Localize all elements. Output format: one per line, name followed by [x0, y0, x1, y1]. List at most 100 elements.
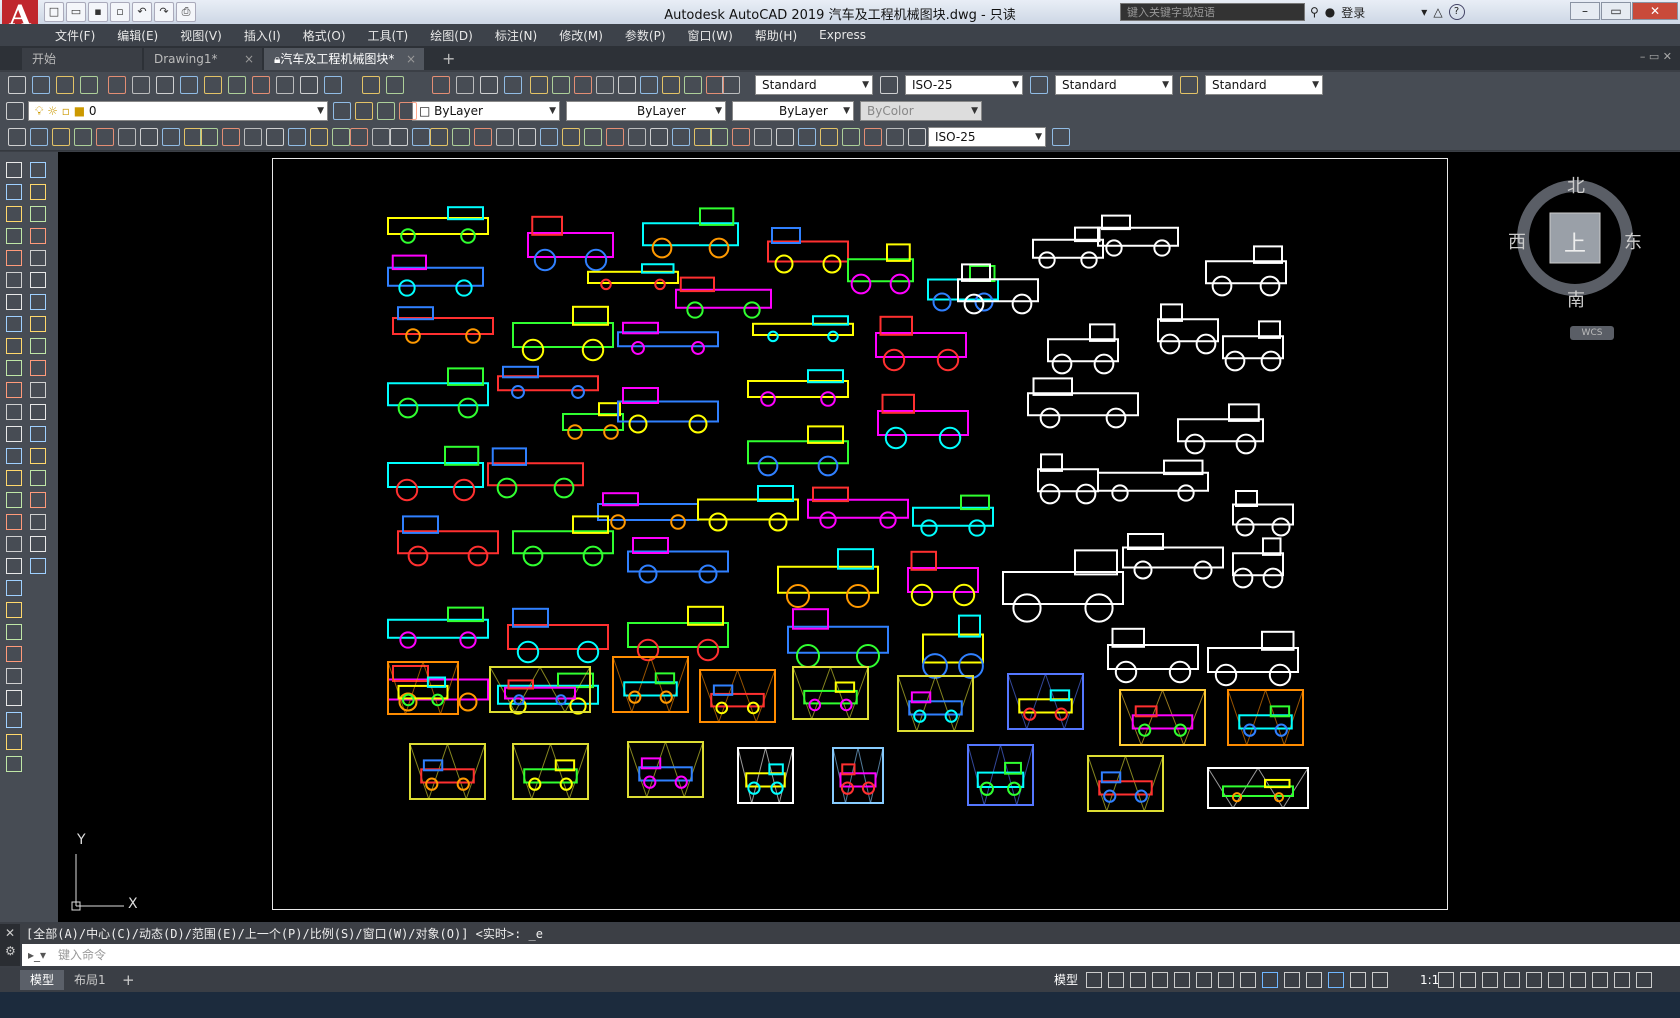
toolbar-tool-icon[interactable] [204, 76, 222, 94]
toolbar-tool-icon[interactable] [80, 76, 98, 94]
lineweight-select[interactable]: ByLayer ▼ [732, 101, 854, 121]
palette-tool-icon[interactable] [6, 228, 22, 244]
menu-item-9[interactable]: 参数(P) [625, 27, 666, 44]
palette-tool-icon[interactable] [6, 338, 22, 354]
tab-layout1[interactable]: 布局1 [64, 970, 116, 990]
toolbar-tool-icon[interactable] [355, 102, 373, 120]
palette-tool-icon[interactable] [6, 602, 22, 618]
palette-tool-icon[interactable] [30, 536, 46, 552]
toolbar-tool-icon[interactable] [140, 128, 158, 146]
viewcube-west[interactable]: 西 [1508, 228, 1526, 254]
toolbar-tool-icon[interactable] [504, 76, 522, 94]
toolbar-tool-icon[interactable] [372, 128, 390, 146]
layer-select[interactable]: 💡︎ ☼ ▫ ■ 0 ▼ [28, 101, 328, 121]
text-style-select[interactable]: Standard ▼ [755, 75, 873, 95]
palette-tool-icon[interactable] [30, 514, 46, 530]
command-line-grip[interactable]: ✕ ⚙︎ [0, 924, 20, 966]
toolbar-tool-icon[interactable] [574, 76, 592, 94]
palette-tool-icon[interactable] [30, 162, 46, 178]
status-toggle-icon[interactable] [1614, 972, 1630, 988]
palette-tool-icon[interactable] [30, 470, 46, 486]
toolbar-tool-icon[interactable] [496, 128, 514, 146]
palette-tool-icon[interactable] [6, 690, 22, 706]
viewcube-north[interactable]: 北 [1567, 172, 1585, 198]
customize-icon[interactable]: ⚙︎ [0, 940, 20, 958]
palette-tool-icon[interactable] [6, 426, 22, 442]
toolbar-tool-icon[interactable] [8, 128, 26, 146]
menu-item-1[interactable]: 编辑(E) [117, 27, 158, 44]
status-toggle-icon[interactable] [1306, 972, 1322, 988]
toolbar-tool-icon[interactable] [1030, 76, 1048, 94]
new-tab-button[interactable]: + [436, 48, 460, 70]
palette-tool-icon[interactable] [6, 756, 22, 772]
toolbar-tool-icon[interactable] [584, 128, 602, 146]
toolbar-tool-icon[interactable] [74, 128, 92, 146]
toolbar-tool-icon[interactable] [552, 76, 570, 94]
cart-icon[interactable]: ▾ [1421, 5, 1427, 19]
binoculars-icon[interactable]: ⚲ [1310, 5, 1319, 19]
toolbar-tool-icon[interactable] [628, 128, 646, 146]
toolbar-tool-icon[interactable] [530, 76, 548, 94]
toolbar-tool-icon[interactable] [662, 76, 680, 94]
toolbar-tool-icon[interactable] [390, 128, 408, 146]
palette-tool-icon[interactable] [6, 470, 22, 486]
tab-window-controls[interactable]: – ▭ ✕ [1640, 50, 1672, 63]
toolbar-tool-icon[interactable] [452, 128, 470, 146]
menu-item-11[interactable]: 帮助(H) [755, 27, 797, 44]
help-icon[interactable]: ? [1448, 4, 1465, 20]
redo-icon[interactable]: ↷ [154, 2, 174, 22]
toolbar-tool-icon[interactable] [8, 76, 26, 94]
viewcube[interactable]: 北 南 东 西 上 [1508, 172, 1642, 311]
close-window-button[interactable]: ✕ [1632, 2, 1678, 20]
menu-item-10[interactable]: 窗口(W) [688, 27, 733, 44]
status-toggle-icon[interactable] [1570, 972, 1586, 988]
palette-tool-icon[interactable] [30, 448, 46, 464]
toolbar-tool-icon[interactable] [222, 128, 240, 146]
toolbar-tool-icon[interactable] [1180, 76, 1198, 94]
palette-tool-icon[interactable] [30, 272, 46, 288]
help-search-input[interactable]: 键入关键字或短语 [1120, 3, 1305, 21]
toolbar-tool-icon[interactable] [6, 102, 24, 120]
toolbar-tool-icon[interactable] [562, 128, 580, 146]
palette-tool-icon[interactable] [30, 338, 46, 354]
toolbar-tool-icon[interactable] [864, 128, 882, 146]
toolbar-tool-icon[interactable] [180, 76, 198, 94]
toolbar-tool-icon[interactable] [732, 128, 750, 146]
open-file-icon[interactable]: ▭ [66, 2, 86, 22]
login-button[interactable]: 登录 [1341, 4, 1365, 21]
palette-tool-icon[interactable] [6, 580, 22, 596]
toolbar-tool-icon[interactable] [30, 128, 48, 146]
status-toggle-icon[interactable] [1218, 972, 1234, 988]
status-toggle-icon[interactable] [1152, 972, 1168, 988]
toolbar-tool-icon[interactable] [156, 76, 174, 94]
status-toggle-icon[interactable] [1174, 972, 1190, 988]
close-tab-icon[interactable]: × [406, 48, 416, 70]
command-prompt-icon[interactable]: ▸_▾ [28, 944, 46, 966]
palette-tool-icon[interactable] [6, 206, 22, 222]
toolbar-tool-icon[interactable] [399, 102, 417, 120]
table-style-select[interactable]: Standard ▼ [1055, 75, 1173, 95]
toolbar-tool-icon[interactable] [362, 76, 380, 94]
model-space-button[interactable]: 模型 [1044, 970, 1088, 990]
palette-tool-icon[interactable] [30, 250, 46, 266]
palette-tool-icon[interactable] [6, 382, 22, 398]
toolbar-tool-icon[interactable] [798, 128, 816, 146]
menu-item-4[interactable]: 格式(O) [303, 27, 346, 44]
menu-item-2[interactable]: 视图(V) [180, 27, 222, 44]
save-as-icon[interactable]: ▫ [110, 2, 130, 22]
save-icon[interactable]: ▪ [88, 2, 108, 22]
palette-tool-icon[interactable] [6, 272, 22, 288]
dim-style-select-2[interactable]: ISO-25 ▼ [928, 127, 1046, 147]
toolbar-tool-icon[interactable] [722, 76, 740, 94]
status-toggle-icon[interactable] [1328, 972, 1344, 988]
toolbar-tool-icon[interactable] [333, 102, 351, 120]
toolbar-tool-icon[interactable] [640, 76, 658, 94]
toolbar-tool-icon[interactable] [386, 76, 404, 94]
toolbar-tool-icon[interactable] [596, 76, 614, 94]
toolbar-tool-icon[interactable] [518, 128, 536, 146]
palette-tool-icon[interactable] [6, 624, 22, 640]
palette-tool-icon[interactable] [30, 558, 46, 574]
toolbar-tool-icon[interactable] [228, 76, 246, 94]
color-select[interactable]: □ ByLayer ▼ [412, 101, 560, 121]
toolbar-tool-icon[interactable] [288, 128, 306, 146]
